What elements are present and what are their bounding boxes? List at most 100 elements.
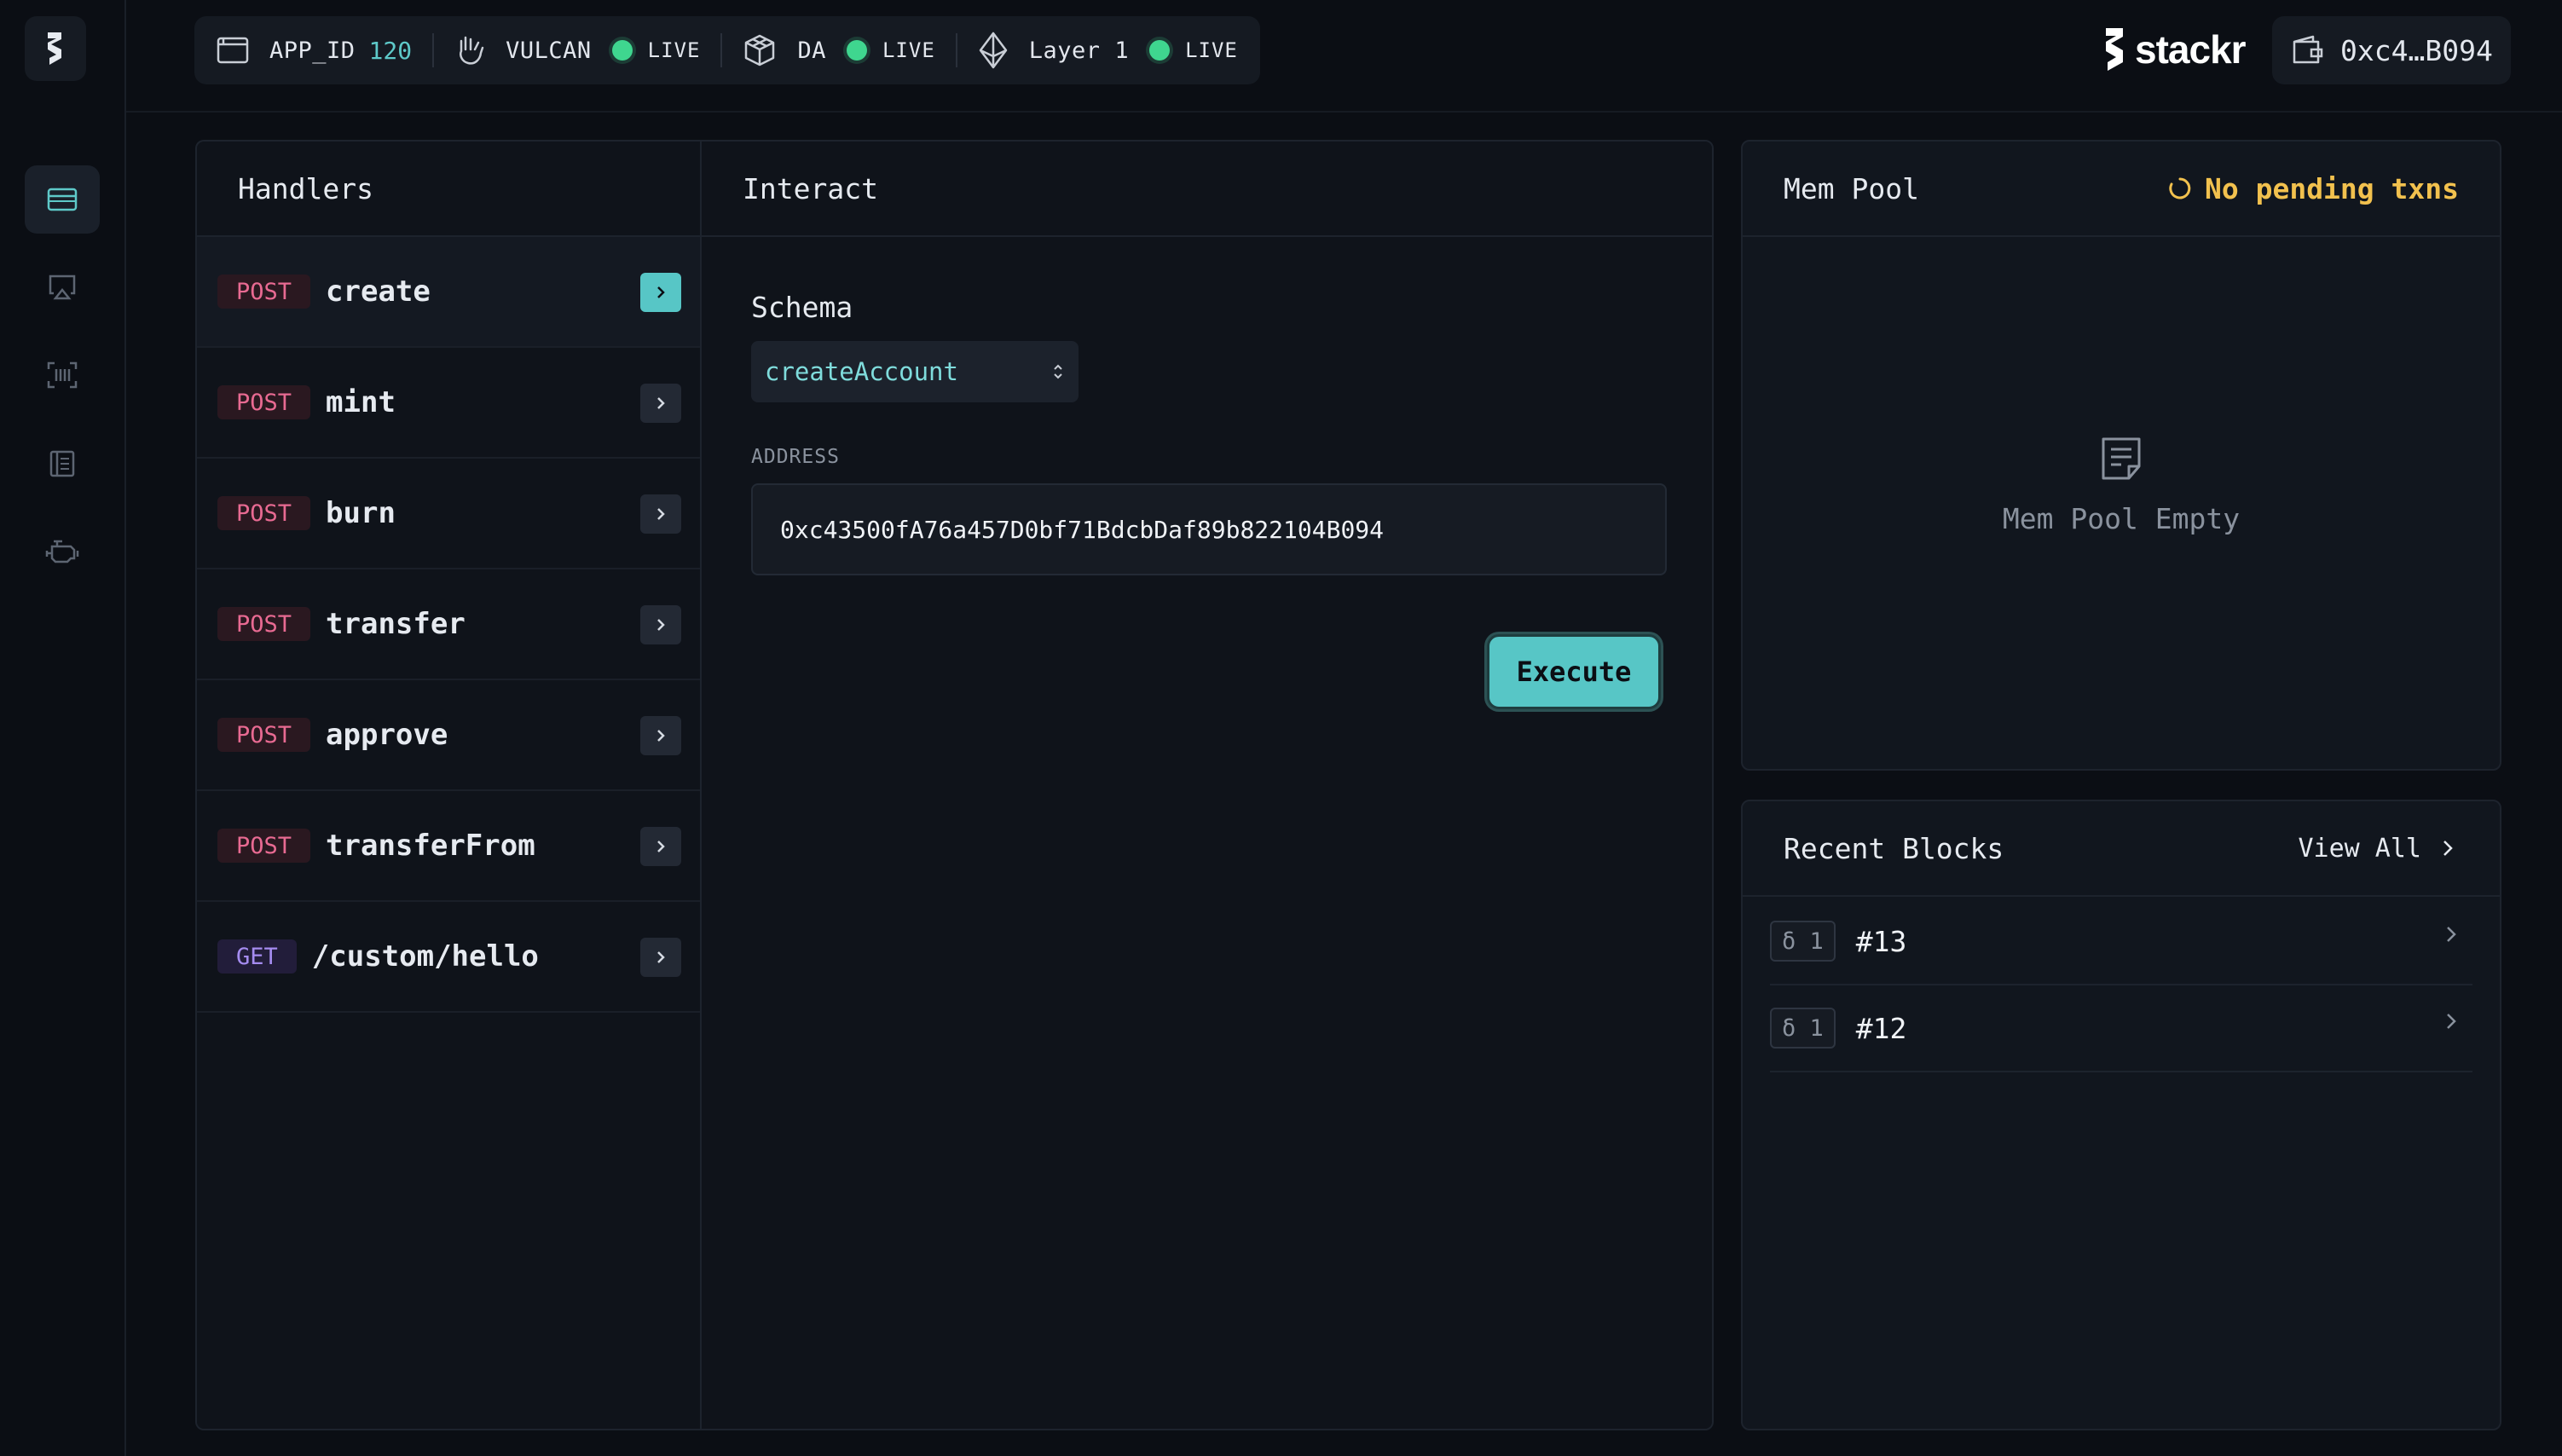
mempool-title: Mem Pool (1784, 171, 1919, 205)
chevron-right-icon (2447, 927, 2456, 942)
vulcan-label: VULCAN (506, 37, 592, 64)
sidebar (0, 0, 126, 1456)
block-number: #13 (1855, 924, 1907, 958)
sidebar-item-display[interactable] (25, 253, 100, 321)
pending-text: No pending txns (2204, 171, 2459, 205)
method-badge: POST (217, 496, 311, 530)
interact-title: Interact (743, 171, 878, 205)
layer1-live-text: LIVE (1185, 38, 1238, 62)
wallet-button[interactable]: 0xc4…B094 (2272, 16, 2511, 84)
recent-blocks-panel: Recent Blocks View All δ 1 #13 δ 1 #12 (1741, 800, 2501, 1430)
mempool-panel: Mem Pool No pending txns Mem Pool Empty (1741, 140, 2501, 771)
handler-name: /custom/hello (311, 939, 539, 974)
card-icon (47, 188, 78, 211)
handlers-panel: Handlers POST create POST mint POST burn… (195, 140, 702, 1430)
vulcan-live-text: LIVE (647, 38, 701, 62)
barcode-icon (47, 361, 78, 389)
brand-logo[interactable]: stackr (2101, 22, 2247, 77)
handler-row-create[interactable]: POST create (197, 237, 702, 348)
execute-button[interactable]: Execute (1487, 634, 1661, 709)
wallet-icon (2293, 35, 2323, 64)
handlers-header: Handlers (197, 142, 702, 237)
ethereum-icon (979, 32, 1008, 69)
chevron-right-icon[interactable] (640, 938, 681, 977)
chevron-right-icon[interactable] (640, 494, 681, 534)
loader-icon (2169, 177, 2191, 199)
method-badge: POST (217, 274, 311, 309)
handler-name: transfer (326, 607, 466, 641)
cube-icon (745, 34, 775, 66)
interact-panel: Interact Schema createAccount ADDRESS 0x… (700, 140, 1714, 1430)
handler-name: burn (326, 496, 396, 530)
stackr-logo-icon (48, 32, 61, 65)
brand-name: stackr (2135, 27, 2247, 72)
schema-select[interactable]: createAccount (751, 341, 1079, 402)
handler-row-burn[interactable]: POST burn (197, 459, 702, 569)
app-logo[interactable] (25, 16, 86, 81)
top-bar: APP_ID 120 VULCAN LIVE DA LIVE Layer 1 L… (126, 0, 2562, 113)
method-badge: GET (217, 939, 297, 974)
method-badge: POST (217, 385, 311, 419)
handler-name: approve (326, 718, 448, 752)
mempool-empty-text: Mem Pool Empty (2002, 502, 2241, 535)
sidebar-item-ledger[interactable] (25, 430, 100, 498)
handler-row-transferfrom[interactable]: POST transferFrom (197, 791, 702, 902)
recent-blocks-header: Recent Blocks View All (1743, 801, 2500, 897)
mempool-empty-state: Mem Pool Empty (1743, 436, 2500, 535)
app-id-status: APP_ID 120 (217, 16, 412, 84)
handler-row-transfer[interactable]: POST transfer (197, 569, 702, 680)
wallet-address: 0xc4…B094 (2340, 33, 2493, 67)
view-all-label: View All (2298, 833, 2422, 864)
address-input[interactable]: 0xc43500fA76a457D0bf71BdcbDaf89b822104B0… (751, 483, 1667, 575)
da-live-text: LIVE (882, 38, 935, 62)
engine-icon (45, 540, 79, 563)
handler-name: transferFrom (326, 829, 535, 863)
stackr-logo-icon (2106, 28, 2123, 71)
block-row[interactable]: δ 1 #12 (1770, 985, 2472, 1072)
layer1-status: Layer 1 LIVE (978, 16, 1238, 84)
app-id-value: 120 (368, 36, 413, 65)
handler-name: create (326, 274, 431, 309)
note-icon (2102, 437, 2141, 480)
mempool-header: Mem Pool No pending txns (1743, 142, 2500, 237)
sidebar-item-engine[interactable] (25, 517, 100, 586)
block-badge: δ 1 (1770, 921, 1836, 962)
airplay-icon (49, 274, 76, 300)
sidebar-item-wallet[interactable] (25, 165, 100, 234)
divider (432, 33, 435, 67)
chevron-right-icon (2443, 841, 2453, 856)
ledger-icon (49, 450, 75, 477)
interact-header: Interact (702, 142, 1712, 237)
layer1-live-dot (1149, 40, 1171, 61)
vulcan-live-dot (611, 40, 633, 61)
divider (720, 33, 723, 67)
layer1-label: Layer 1 (1028, 37, 1130, 64)
method-badge: POST (217, 607, 311, 641)
chevron-right-icon (2447, 1014, 2456, 1029)
network-status-strip: APP_ID 120 VULCAN LIVE DA LIVE Layer 1 L… (194, 16, 1260, 84)
handler-row-mint[interactable]: POST mint (197, 348, 702, 459)
chevron-right-icon[interactable] (640, 716, 681, 755)
address-label: ADDRESS (751, 446, 840, 468)
block-badge: δ 1 (1770, 1008, 1836, 1049)
handler-row-approve[interactable]: POST approve (197, 680, 702, 791)
method-badge: POST (217, 829, 311, 863)
handler-row-custom-hello[interactable]: GET /custom/hello (197, 902, 702, 1013)
chevron-right-icon[interactable] (640, 827, 681, 866)
schema-value: createAccount (765, 357, 958, 386)
chevron-updown-icon (1054, 364, 1062, 379)
vulcan-status: VULCAN LIVE (454, 16, 700, 84)
chevron-right-icon[interactable] (640, 605, 681, 644)
sidebar-item-scanner[interactable] (25, 341, 100, 409)
block-row[interactable]: δ 1 #13 (1770, 898, 2472, 985)
chevron-right-icon[interactable] (640, 384, 681, 423)
da-label: DA (797, 37, 826, 64)
app-id-label: APP_ID (269, 37, 356, 64)
handlers-title: Handlers (238, 171, 373, 205)
method-badge: POST (217, 718, 311, 752)
handler-name: mint (326, 385, 396, 419)
view-all-link[interactable]: View All (2299, 834, 2460, 864)
chevron-right-icon[interactable] (640, 273, 681, 312)
block-number: #12 (1855, 1011, 1907, 1045)
divider (955, 33, 957, 67)
